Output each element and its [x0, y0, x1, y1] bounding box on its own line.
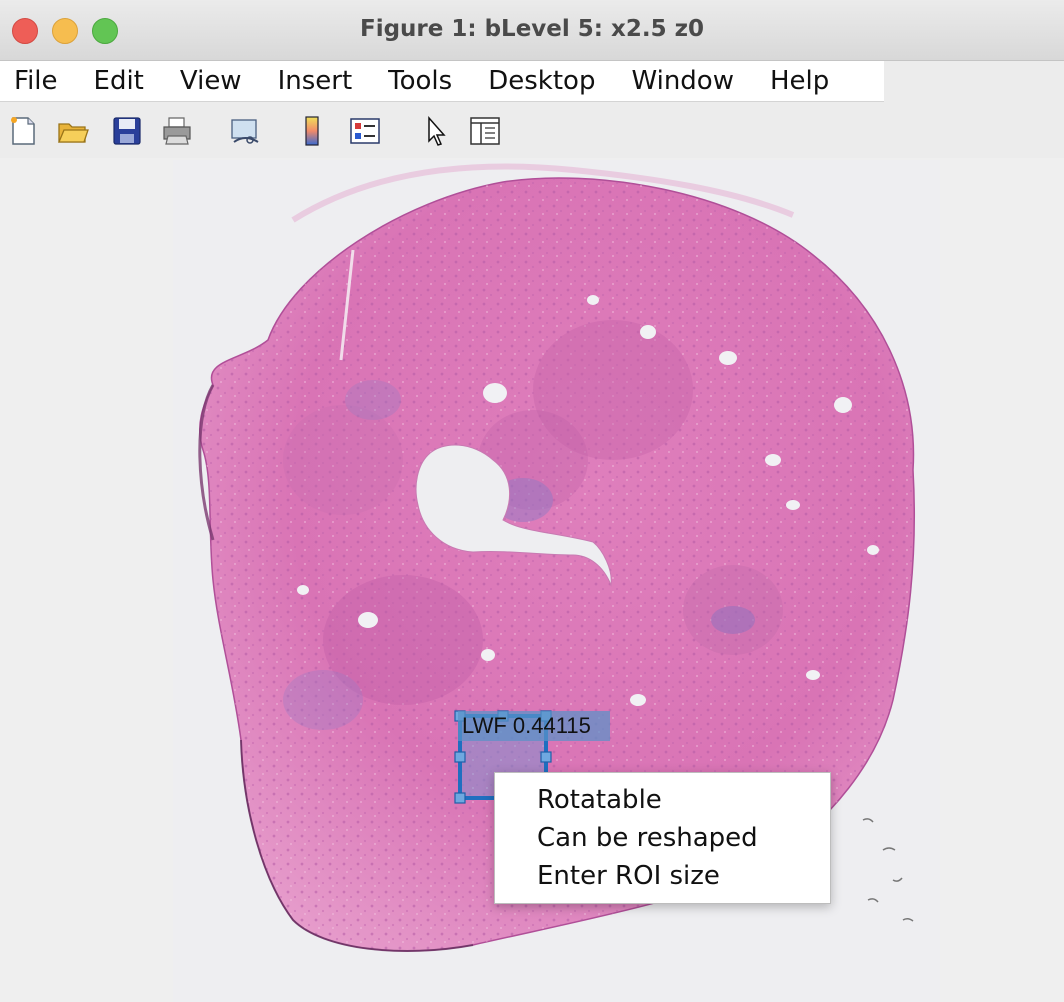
colorbar-icon[interactable] [296, 114, 330, 148]
menu-tools[interactable]: Tools [388, 66, 452, 96]
menu-item-can-be-reshaped[interactable]: Can be reshaped [537, 823, 758, 853]
menu-window[interactable]: Window [631, 66, 734, 96]
save-icon[interactable] [110, 114, 144, 148]
roi-handle[interactable] [454, 792, 466, 804]
menu-item-enter-roi-size[interactable]: Enter ROI size [537, 861, 720, 891]
menu-file[interactable]: File [14, 66, 58, 96]
open-file-icon[interactable] [56, 114, 90, 148]
window-titlebar: Figure 1: bLevel 5: x2.5 z0 [0, 0, 1064, 61]
edit-plot-cursor-icon[interactable] [420, 114, 454, 148]
roi-handle[interactable] [540, 751, 552, 763]
roi-label: LWF 0.44115 [458, 711, 610, 741]
menu-insert[interactable]: Insert [278, 66, 353, 96]
menu-desktop[interactable]: Desktop [488, 66, 595, 96]
figure-toolbar [0, 102, 1064, 158]
roi-handle[interactable] [454, 751, 466, 763]
legend-icon[interactable] [348, 114, 382, 148]
print-icon[interactable] [160, 114, 194, 148]
property-inspector-icon[interactable] [468, 114, 502, 148]
menubar: File Edit View Insert Tools Desktop Wind… [0, 61, 884, 102]
window-title: Figure 1: bLevel 5: x2.5 z0 [360, 16, 704, 42]
roi-context-menu: Rotatable Can be reshaped Enter ROI size [494, 772, 831, 904]
menu-help[interactable]: Help [770, 66, 829, 96]
link-plot-icon[interactable] [228, 114, 262, 148]
menu-item-rotatable[interactable]: Rotatable [537, 785, 662, 815]
new-figure-icon[interactable] [6, 114, 40, 148]
menu-edit[interactable]: Edit [94, 66, 144, 96]
menu-view[interactable]: View [180, 66, 242, 96]
